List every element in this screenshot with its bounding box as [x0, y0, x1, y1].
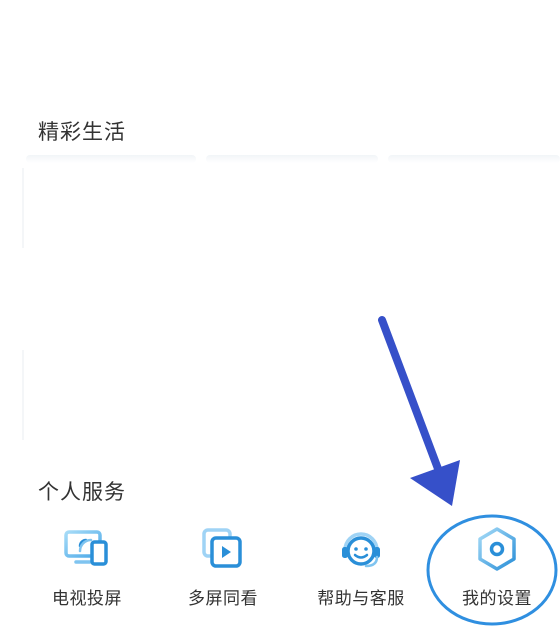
annotation-arrow-shaft: [378, 316, 450, 494]
settings-icon: [478, 527, 516, 571]
multi-screen-icon: [202, 528, 242, 568]
service-settings-button[interactable]: 我的设置: [432, 520, 560, 610]
service-label: 多屏同看: [188, 589, 258, 609]
content-card-placeholder[interactable]: [26, 155, 196, 163]
service-label: 帮助与客服: [317, 589, 405, 609]
service-grid: 电视投屏 多屏同看 帮助与客服 我的设置: [0, 520, 560, 610]
service-label: 电视投屏: [52, 589, 122, 609]
tv-cast-icon: [64, 530, 108, 566]
content-card-placeholder[interactable]: [388, 155, 560, 163]
section-title-life: 精彩生活: [38, 120, 126, 144]
service-label: 我的设置: [462, 589, 532, 609]
customer-service-icon: [342, 532, 380, 568]
divider: [22, 168, 24, 248]
section-title-service: 个人服务: [38, 480, 126, 504]
divider: [22, 350, 24, 440]
service-customer-service-button[interactable]: 帮助与客服: [296, 520, 426, 610]
annotation-arrow-head: [410, 460, 460, 506]
content-card-placeholder[interactable]: [206, 155, 378, 163]
service-multi-screen-button[interactable]: 多屏同看: [158, 520, 288, 610]
service-tv-cast-button[interactable]: 电视投屏: [22, 520, 152, 610]
